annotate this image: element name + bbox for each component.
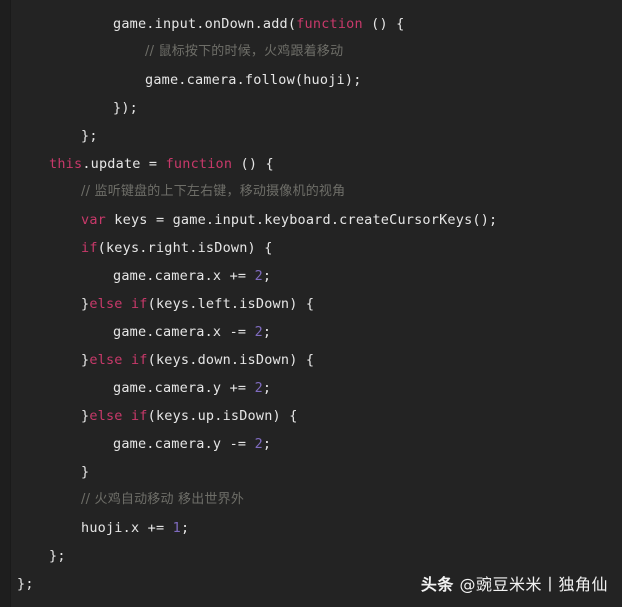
code-token-plain: game.camera.y -= <box>113 436 255 452</box>
code-token-plain: ; <box>262 436 272 452</box>
code-line: // 监听键盘的上下左右键，移动摄像机的视角 <box>0 178 622 206</box>
code-token-plain: ; <box>180 520 190 536</box>
code-token-plain: (keys.up.isDown) { <box>147 408 298 424</box>
code-line: }; <box>0 542 622 570</box>
code-token-plain: }; <box>81 128 98 144</box>
code-line: game.camera.x += 2; <box>0 262 622 290</box>
code-line: game.camera.y += 2; <box>0 374 622 402</box>
code-token-plain: huoji.x += <box>81 520 173 536</box>
code-line: // 鼠标按下的时候，火鸡跟着移动 <box>0 38 622 66</box>
code-line: }; <box>0 122 622 150</box>
code-line: }else if(keys.down.isDown) { <box>0 346 622 374</box>
code-token-plain: game.camera.y += <box>113 380 255 396</box>
code-screenshot: game.input.onDown.add(function () {// 鼠标… <box>0 0 622 607</box>
code-token-plain: (keys.left.isDown) { <box>147 296 315 312</box>
code-line: game.camera.follow(huoji); <box>0 66 622 94</box>
code-token-plain: (keys.right.isDown) { <box>97 240 273 256</box>
code-token-keyword: else <box>89 296 123 312</box>
code-token-plain: game.input.onDown.add( <box>113 16 297 32</box>
code-token-keyword: if <box>130 352 148 368</box>
code-block[interactable]: game.input.onDown.add(function () {// 鼠标… <box>0 0 622 598</box>
code-token-plain: }; <box>49 548 66 564</box>
code-token-plain: ; <box>262 324 272 340</box>
code-token-keyword: var <box>81 212 106 228</box>
code-token-plain: (keys.down.isDown) { <box>147 352 315 368</box>
code-token-keyword: function <box>296 16 363 32</box>
code-token-keyword: else <box>89 352 123 368</box>
code-token-plain: keys = game.input.keyboard.createCursorK… <box>105 212 498 228</box>
code-token-keyword: if <box>81 240 98 256</box>
code-token-number: 1 <box>172 520 181 536</box>
code-line: game.camera.x -= 2; <box>0 318 622 346</box>
code-token-plain: game.camera.x -= <box>113 324 255 340</box>
code-line: }else if(keys.left.isDown) { <box>0 290 622 318</box>
code-token-number: 2 <box>254 268 263 284</box>
code-token-comment: // 鼠标按下的时候，火鸡跟着移动 <box>145 44 344 59</box>
code-token-keyword: if <box>130 296 148 312</box>
code-token-plain: () { <box>232 156 274 172</box>
code-token-plain: game.camera.x += <box>113 268 255 284</box>
code-token-plain: }; <box>17 576 34 592</box>
code-token-number: 2 <box>254 324 263 340</box>
code-line: }else if(keys.up.isDown) { <box>0 402 622 430</box>
code-token-comment: // 监听键盘的上下左右键，移动摄像机的视角 <box>81 184 346 199</box>
code-token-plain: ; <box>262 268 272 284</box>
code-line: this.update = function () { <box>0 150 622 178</box>
code-line: } <box>0 458 622 486</box>
watermark: 头条 @豌豆米米丨独角仙 <box>421 571 608 595</box>
code-line: var keys = game.input.keyboard.createCur… <box>0 206 622 234</box>
watermark-brand: 头条 <box>420 575 454 594</box>
watermark-handle: @豌豆米米丨独角仙 <box>453 575 608 594</box>
code-token-plain: }); <box>113 100 138 116</box>
code-line: huoji.x += 1; <box>0 514 622 542</box>
code-token-plain: game.camera.follow(huoji); <box>145 72 362 88</box>
code-line: if(keys.right.isDown) { <box>0 234 622 262</box>
code-token-plain: ; <box>262 380 272 396</box>
code-token-number: 2 <box>254 380 263 396</box>
code-token-plain: .update = <box>82 156 166 172</box>
code-token-plain: () { <box>362 16 405 32</box>
code-line: }); <box>0 94 622 122</box>
code-token-keyword: if <box>130 408 148 424</box>
code-token-number: 2 <box>254 436 263 452</box>
code-line: game.camera.y -= 2; <box>0 430 622 458</box>
code-token-plain: } <box>81 464 90 480</box>
code-line: // 火鸡自动移动 移出世界外 <box>0 486 622 514</box>
code-line: game.input.onDown.add(function () { <box>0 10 622 38</box>
code-token-comment: // 火鸡自动移动 移出世界外 <box>81 492 245 507</box>
code-token-keyword: this <box>49 156 83 172</box>
code-token-keyword: function <box>165 156 233 172</box>
code-token-keyword: else <box>89 408 123 424</box>
